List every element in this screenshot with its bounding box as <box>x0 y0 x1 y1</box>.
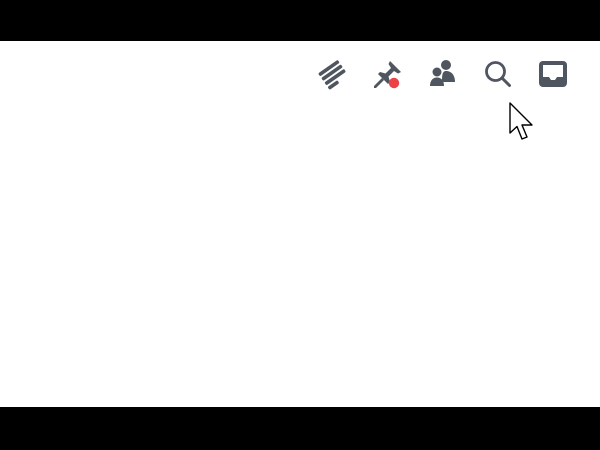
inbox-button[interactable] <box>525 56 580 92</box>
app-screen <box>0 41 600 407</box>
frame <box>0 0 600 450</box>
threads-button[interactable] <box>305 56 360 92</box>
member-list-button[interactable] <box>415 56 470 92</box>
channel-header-toolbar <box>305 56 580 92</box>
search-icon <box>481 57 515 91</box>
pin-icon <box>371 57 405 91</box>
threads-icon <box>316 57 350 91</box>
search-button[interactable] <box>470 56 525 92</box>
members-icon <box>426 57 460 91</box>
letterbox-top <box>0 0 600 41</box>
arrow-pointer-icon <box>509 102 535 142</box>
letterbox-bottom <box>0 407 600 450</box>
inbox-icon <box>536 57 570 91</box>
pin-notification-dot <box>388 77 399 89</box>
pinned-messages-button[interactable] <box>360 56 415 92</box>
